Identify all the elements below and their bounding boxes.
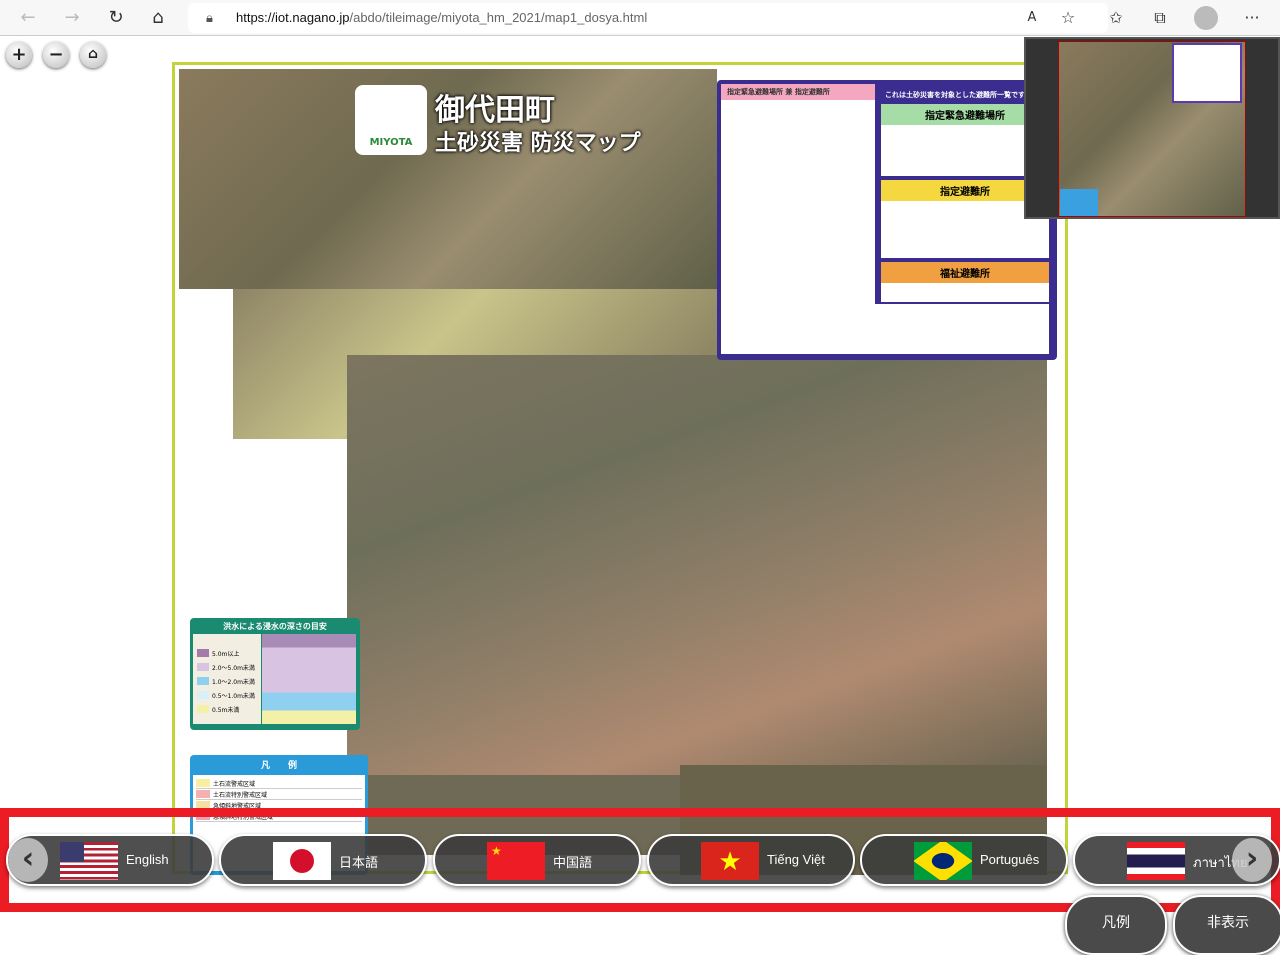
address-bar[interactable]: 🔒︎ https://iot.nagano.jp/abdo/tileimage/…	[188, 3, 1108, 33]
collections-icon[interactable]: ⧉	[1148, 6, 1172, 30]
legend-swatch	[196, 779, 210, 787]
home-view-button[interactable]: ⌂	[80, 42, 106, 68]
language-button-br[interactable]: Português	[860, 834, 1068, 886]
language-button-cn[interactable]: ★ 中国語	[433, 834, 641, 886]
back-button[interactable]: ←	[16, 6, 40, 30]
map-subtitle: 土砂災害 防災マップ	[435, 131, 641, 156]
flood-level-item: 0.5〜1.0m未満	[197, 688, 257, 702]
flood-level-item: 5.0m以上	[197, 646, 257, 660]
flag-br-icon	[914, 842, 972, 880]
chevron-left-icon[interactable]: ‹	[8, 838, 48, 882]
flood-color-swatch	[197, 705, 209, 713]
miyota-logo: MIYOTA	[355, 85, 427, 155]
shelter-list-panel: 指定緊急避難場所 兼 指定避難所 これは土砂災害を対象とした避難所一覧です 指定…	[717, 80, 1057, 360]
zoom-out-button[interactable]: −	[43, 42, 69, 68]
map-title: 御代田町	[435, 93, 555, 128]
language-button-vn[interactable]: ★ Tiếng Việt	[647, 834, 855, 886]
flag-cn-icon: ★	[487, 842, 545, 880]
forward-button[interactable]: →	[60, 6, 84, 30]
read-aloud-icon[interactable]: A	[1020, 6, 1044, 30]
flag-th-icon	[1127, 842, 1185, 880]
flood-color-swatch	[197, 691, 209, 699]
flag-us-icon	[60, 842, 118, 880]
reload-button[interactable]: ↻	[104, 6, 128, 30]
flood-level-item: 2.0〜5.0m未満	[197, 660, 257, 674]
overview-viewport[interactable]	[1058, 41, 1246, 217]
flood-color-swatch	[197, 663, 209, 671]
zoom-in-button[interactable]: +	[6, 42, 32, 68]
legend-button[interactable]: 凡例	[1065, 895, 1167, 955]
chevron-right-icon[interactable]: ›	[1232, 838, 1272, 882]
flood-color-swatch	[197, 649, 209, 657]
hide-button[interactable]: 非表示	[1173, 895, 1280, 955]
language-button-jp[interactable]: 日本語	[219, 834, 427, 886]
legend-swatch	[196, 790, 210, 798]
favorites-icon[interactable]: ✩	[1104, 6, 1128, 30]
home-button[interactable]: ⌂	[146, 6, 170, 30]
flag-jp-icon	[273, 842, 331, 880]
browser-toolbar: ← → ↻ ⌂ 🔒︎ https://iot.nagano.jp/abdo/ti…	[0, 0, 1280, 36]
hazard-map[interactable]: MIYOTA 御代田町 土砂災害 防災マップ 指定緊急避難場所 兼 指定避難所 …	[172, 62, 1068, 875]
flag-vn-icon: ★	[701, 842, 759, 880]
legend-item: 土石流特別警戒区域	[196, 789, 362, 800]
flood-color-swatch	[197, 677, 209, 685]
flood-level-item: 1.0〜2.0m未満	[197, 674, 257, 688]
add-favorite-icon[interactable]: ☆	[1056, 6, 1080, 30]
lock-icon: 🔒︎	[206, 10, 213, 25]
overview-map[interactable]	[1024, 37, 1280, 219]
flood-depth-panel: 洪水による浸水の深さの目安 5.0m以上 2.0〜5.0m未満 1.0〜2.0m未満…	[190, 618, 360, 730]
more-menu-icon[interactable]: ···	[1240, 6, 1264, 30]
profile-avatar[interactable]	[1194, 6, 1218, 30]
legend-item: 土石流警戒区域	[196, 778, 362, 789]
flood-level-item: 0.5m未満	[197, 702, 257, 716]
